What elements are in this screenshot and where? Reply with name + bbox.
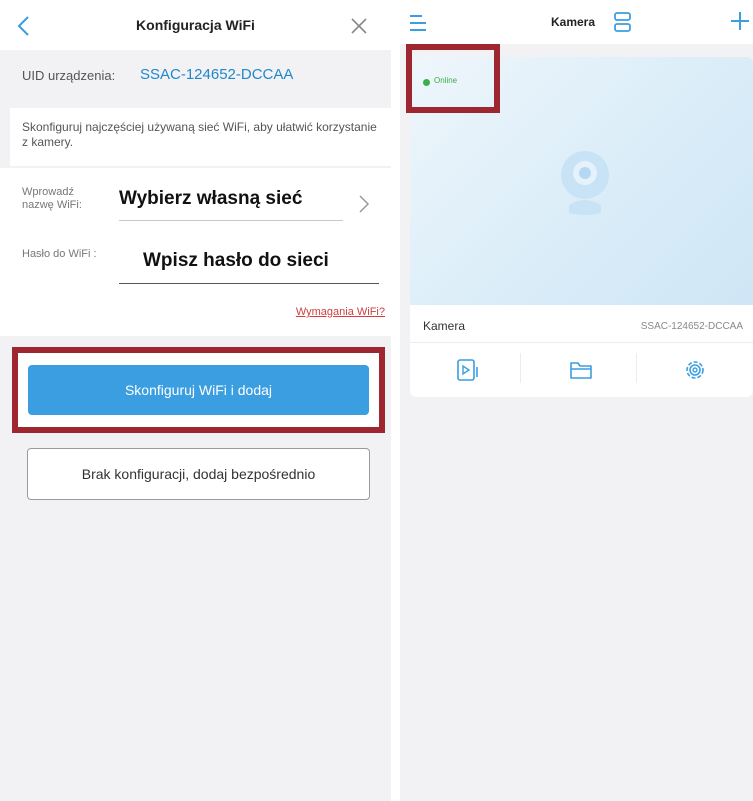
password-field[interactable]: Wpisz hasło do sieci	[143, 250, 329, 272]
page-title: Konfiguracja WiFi	[136, 17, 255, 33]
highlight-box-configure: Skonfiguruj WiFi i dodaj	[12, 347, 385, 433]
device-list-screen: Kamera Kamera SSAC-124652-DCCAA Online	[400, 0, 753, 801]
info-text: Skonfiguruj najczęściej używaną sieć WiF…	[10, 108, 391, 166]
wifi-requirements-link[interactable]: Wymagania WiFi?	[296, 306, 385, 318]
gear-icon[interactable]	[682, 357, 708, 383]
folder-icon[interactable]	[568, 357, 594, 383]
uid-label: UID urządzenia:	[22, 68, 116, 83]
status-badge: Online	[434, 76, 458, 85]
configure-wifi-button[interactable]: Skonfiguruj WiFi i dodaj	[28, 365, 369, 415]
tool-divider	[520, 353, 521, 383]
ssid-underline	[119, 220, 343, 221]
panel-divider	[391, 0, 400, 801]
status-dot	[423, 79, 430, 86]
wifi-form: Wprowadź nazwę WiFi: Wybierz własną sieć…	[0, 168, 391, 336]
password-underline	[119, 283, 379, 284]
playback-icon[interactable]	[455, 357, 481, 383]
tool-divider	[636, 353, 637, 383]
page-title: Kamera	[551, 15, 596, 29]
plus-icon[interactable]	[730, 10, 750, 32]
camera-icon	[561, 151, 609, 215]
ssid-label: Wprowadź nazwę WiFi:	[22, 186, 82, 211]
device-uid-row: UID urządzenia: SSAC-124652-DCCAA	[0, 50, 391, 98]
highlight-box-online: Online	[406, 44, 500, 113]
top-bar: Konfiguracja WiFi	[0, 0, 391, 50]
wifi-config-screen: Konfiguracja WiFi UID urządzenia: SSAC-1…	[0, 0, 391, 801]
ssid-field[interactable]: Wybierz własną sieć	[119, 188, 302, 210]
uid-value: SSAC-124652-DCCAA	[140, 66, 294, 83]
close-icon[interactable]	[349, 16, 369, 36]
password-label: Hasło do WiFi :	[22, 248, 97, 260]
camera-uid: SSAC-124652-DCCAA	[640, 321, 743, 332]
add-direct-button[interactable]: Brak konfiguracji, dodaj bezpośrednio	[27, 448, 370, 500]
menu-icon[interactable]	[409, 14, 427, 32]
card-divider	[410, 342, 753, 343]
layout-icon[interactable]	[614, 12, 631, 32]
camera-name: Kamera	[423, 319, 466, 333]
chevron-right-icon[interactable]	[357, 193, 371, 215]
top-bar: Kamera	[400, 0, 753, 44]
